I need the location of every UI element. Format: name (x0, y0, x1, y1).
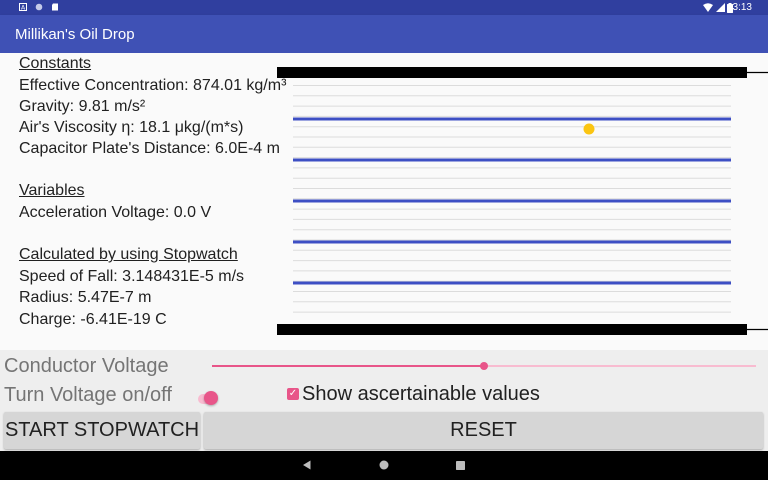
reset-button[interactable]: RESET (204, 412, 763, 449)
oil-drop (583, 123, 595, 135)
wifi-icon (703, 3, 713, 12)
stopwatch-calc-header: Calculated by using Stopwatch (19, 246, 238, 263)
status-bar: A 3:13 (0, 0, 768, 15)
start-stopwatch-button[interactable]: START STOPWATCH (4, 412, 200, 449)
conductor-voltage-label: Conductor Voltage (4, 355, 169, 377)
circle-icon (35, 3, 43, 11)
app-title: Millikan's Oil Drop (15, 26, 135, 43)
show-values-label[interactable]: Show ascertainable values (302, 383, 540, 406)
show-values-checkbox[interactable]: ✓ (287, 388, 299, 400)
nav-bar (0, 451, 768, 480)
radius-text: Radius: 5.47E-7 m (19, 289, 152, 306)
acceleration-voltage-text: Acceleration Voltage: 0.0 V (19, 204, 212, 221)
gravity-text: Gravity: 9.81 m/s² (19, 98, 146, 115)
voltage-toggle-label: Turn Voltage on/off (4, 384, 172, 406)
content-area: Constants Effective Concentration: 874.0… (0, 53, 768, 350)
signal-icon (716, 3, 725, 12)
viscosity-text: Air's Viscosity η: 18.1 μkg/(m*s) (19, 119, 244, 136)
sd-icon (52, 3, 58, 11)
app-bar: Millikan's Oil Drop (0, 15, 768, 53)
back-icon[interactable] (302, 460, 312, 470)
home-icon[interactable] (379, 460, 389, 470)
slider-thumb[interactable] (480, 362, 488, 370)
top-plate (277, 67, 747, 78)
recents-icon[interactable] (456, 461, 465, 470)
a-icon: A (19, 3, 27, 11)
speed-of-fall-text: Speed of Fall: 3.148431E-5 m/s (19, 268, 245, 285)
charge-text: Charge: -6.41E-19 C (19, 311, 167, 328)
slider-fill (212, 365, 484, 367)
toggle-thumb[interactable] (204, 391, 218, 405)
bottom-plate (277, 324, 747, 335)
constants-header: Constants (19, 55, 92, 72)
concentration-text: Effective Concentration: 874.01 kg/m³ (19, 77, 287, 94)
clock: 3:13 (732, 2, 752, 13)
variables-header: Variables (19, 182, 85, 199)
plate-distance-text: Capacitor Plate's Distance: 6.0E-4 m (19, 140, 280, 157)
